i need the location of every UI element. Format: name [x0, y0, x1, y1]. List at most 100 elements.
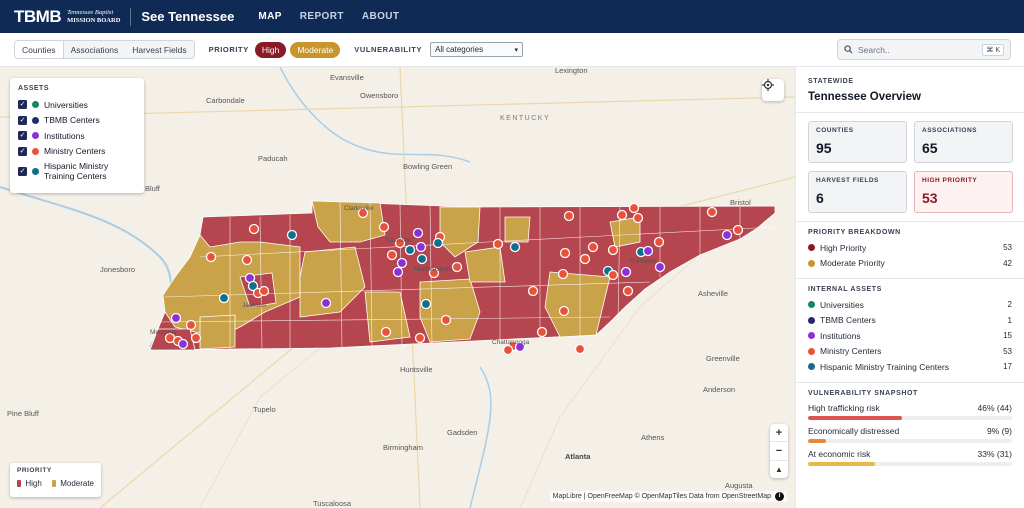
institution-marker[interactable]	[620, 266, 632, 278]
ministry-center-marker[interactable]	[558, 305, 570, 317]
hispanic-center-marker[interactable]	[509, 241, 521, 253]
ministry-center-marker[interactable]	[628, 202, 640, 214]
checkbox-checked[interactable]: ✓	[18, 115, 27, 125]
ministry-center-marker[interactable]	[732, 224, 744, 236]
stat-card-counties: COUNTIES 95	[808, 121, 907, 163]
map-place-label: Murfreesboro	[414, 266, 453, 273]
river-line	[469, 366, 492, 508]
asset-toggle-institutions[interactable]: ✓ Institutions	[18, 128, 136, 144]
ministry-center-marker[interactable]	[706, 206, 718, 218]
info-icon[interactable]: i	[775, 492, 784, 501]
ministry-center-marker[interactable]	[378, 221, 390, 233]
ministry-center-marker[interactable]	[632, 212, 644, 224]
ministry-center-marker[interactable]	[527, 285, 539, 297]
ministry-center-marker[interactable]	[616, 209, 628, 221]
hispanic-center-marker[interactable]	[218, 292, 230, 304]
checkbox-checked[interactable]: ✓	[18, 100, 27, 110]
ministry-center-marker[interactable]	[380, 326, 392, 338]
ministry-center-marker[interactable]	[622, 285, 634, 297]
university-dot-icon	[32, 101, 39, 109]
hispanic-center-marker[interactable]	[420, 298, 432, 310]
checkbox-checked[interactable]: ✓	[18, 146, 27, 156]
segment-counties[interactable]: Counties	[15, 41, 64, 58]
ministry-center-marker[interactable]	[386, 249, 398, 261]
priority-moderate-pill[interactable]: Moderate	[290, 41, 341, 58]
ministry-center-marker[interactable]	[492, 238, 504, 250]
priority-high-pill[interactable]: High	[254, 41, 287, 58]
ministry-center-marker[interactable]	[440, 314, 452, 326]
nav-map[interactable]: MAP	[258, 0, 281, 33]
institution-marker[interactable]	[392, 266, 404, 278]
site-title[interactable]: See Tennessee	[141, 9, 234, 24]
ministry-center-marker[interactable]	[205, 251, 217, 263]
asset-toggle-ministry-centers[interactable]: ✓ Ministry Centers	[18, 144, 136, 160]
segment-associations[interactable]: Associations	[64, 41, 126, 58]
nav-report[interactable]: REPORT	[300, 0, 344, 33]
ministry-center-marker[interactable]	[579, 253, 591, 265]
institution-marker[interactable]	[415, 241, 427, 253]
institution-marker[interactable]	[721, 229, 733, 241]
ministry-center-marker[interactable]	[451, 261, 463, 273]
asset-toggle-universities[interactable]: ✓ Universities	[18, 97, 136, 113]
institution-marker[interactable]	[642, 245, 654, 257]
logo-line-1: Tennessee Baptist	[67, 8, 114, 16]
section-label: STATEWIDE	[808, 78, 854, 85]
ministry-center-marker[interactable]	[258, 285, 270, 297]
ministry-center-marker[interactable]	[574, 343, 586, 355]
hispanic-center-marker[interactable]	[404, 244, 416, 256]
hispanic-center-marker[interactable]	[286, 229, 298, 241]
zoom-controls: + − ▲	[770, 424, 788, 478]
compass-icon[interactable]: ▲	[770, 461, 788, 478]
tbmb-logo[interactable]: TBMB Tennessee Baptist MISSION BOARD	[14, 7, 120, 27]
county-region-moderate[interactable]	[504, 216, 531, 243]
moderate-dot-icon	[808, 259, 815, 267]
map-canvas[interactable]: Evansville Lexington Owensboro Carbondal…	[0, 67, 795, 508]
asset-row-universities: Universities 2	[808, 297, 1012, 313]
institution-marker[interactable]	[412, 227, 424, 239]
map-place-label: Chattanooga	[492, 339, 530, 346]
asset-toggle-hispanic-centers[interactable]: ✓ Hispanic Ministry Training Centers	[18, 159, 136, 183]
ministry-center-marker[interactable]	[559, 247, 571, 259]
search-input[interactable]: Search..	[858, 45, 982, 55]
checkbox-checked[interactable]: ✓	[18, 131, 27, 141]
vulnerability-select[interactable]: All categories ▾	[430, 42, 524, 57]
progress-bar	[808, 438, 1012, 443]
nav-about[interactable]: ABOUT	[362, 0, 400, 33]
hispanic-center-marker[interactable]	[432, 237, 444, 249]
zoom-out-button[interactable]: −	[770, 442, 788, 461]
institution-marker[interactable]	[170, 312, 182, 324]
chevron-down-icon: ▾	[514, 46, 519, 54]
ministry-center-marker[interactable]	[241, 254, 253, 266]
institution-marker[interactable]	[396, 257, 408, 269]
search-shortcut: ⌘ K	[982, 43, 1004, 56]
geolocate-button[interactable]	[762, 79, 784, 101]
ministry-center-marker[interactable]	[190, 332, 202, 344]
ministry-center-marker[interactable]	[607, 269, 619, 281]
institution-marker[interactable]	[654, 261, 666, 273]
ministry-center-marker[interactable]	[502, 344, 514, 356]
institution-marker[interactable]	[177, 338, 189, 350]
ministry-center-marker[interactable]	[653, 236, 665, 248]
map-place-label: Birmingham	[383, 443, 424, 452]
ministry-center-marker[interactable]	[248, 223, 260, 235]
map-place-label: Bluff	[145, 184, 160, 193]
ministry-center-marker[interactable]	[563, 210, 575, 222]
county-region-moderate[interactable]	[464, 246, 506, 283]
zoom-in-button[interactable]: +	[770, 424, 788, 443]
asset-row-institutions: Institutions 15	[808, 328, 1012, 344]
ministry-center-marker[interactable]	[587, 241, 599, 253]
ministry-center-marker[interactable]	[536, 326, 548, 338]
asset-toggle-tbmb-centers[interactable]: ✓ TBMB Centers	[18, 113, 136, 129]
map-place-label: Greenville	[706, 354, 740, 363]
ministry-center-marker[interactable]	[414, 332, 426, 344]
ministry-center-marker[interactable]	[185, 319, 197, 331]
segment-harvest-fields[interactable]: Harvest Fields	[125, 41, 193, 58]
ministry-center-marker[interactable]	[607, 244, 619, 256]
institution-marker[interactable]	[320, 297, 332, 309]
vulnerability-row: Economically distressed 9% (9)	[808, 426, 1012, 443]
search-box[interactable]: Search.. ⌘ K	[837, 39, 1011, 60]
hispanic-center-marker[interactable]	[416, 253, 428, 265]
checkbox-checked[interactable]: ✓	[18, 166, 27, 176]
ministry-center-marker[interactable]	[557, 268, 569, 280]
attribution-text[interactable]: MapLibre | OpenFreeMap © OpenMapTiles Da…	[553, 493, 771, 500]
